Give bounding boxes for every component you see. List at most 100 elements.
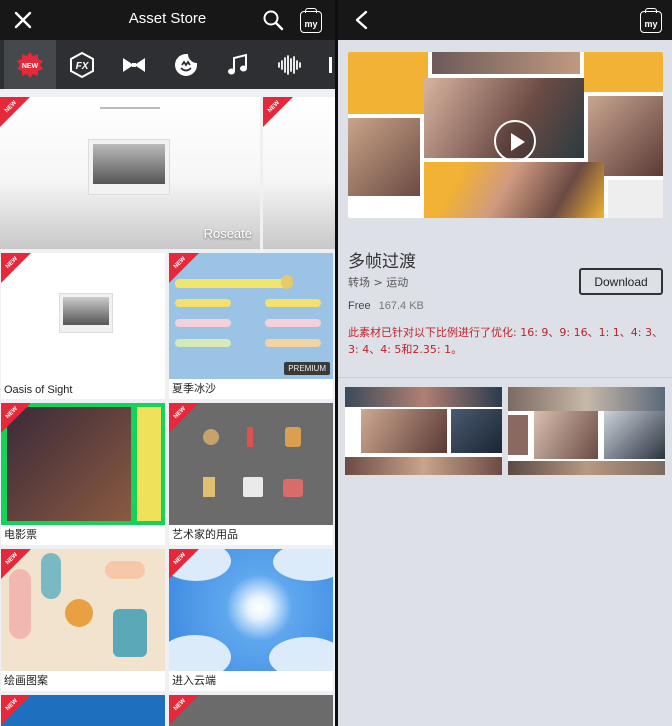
preview-frame — [424, 162, 604, 218]
asset-detail-screen: my 多帧过渡 转场 > 运动 Download Free 167.4 KB 此素… — [338, 0, 672, 726]
asset-card[interactable]: NEW 绘画图案 — [1, 549, 165, 691]
file-size: 167.4 KB — [378, 300, 424, 312]
svg-text:NEW: NEW — [22, 63, 39, 70]
preview-frame — [604, 411, 665, 459]
preview-frame — [345, 457, 502, 475]
preview-video[interactable] — [348, 52, 663, 218]
asset-card[interactable]: NEW Oasis of Sight — [1, 253, 165, 399]
pattern-shape — [113, 609, 147, 657]
category-more[interactable] — [316, 40, 335, 89]
asset-name: 艺术家的用品 — [172, 529, 238, 541]
asset-card[interactable]: NEW 进入云端 — [169, 549, 333, 691]
back-arrow-icon[interactable] — [352, 10, 372, 30]
new-ribbon: NEW — [263, 97, 293, 127]
new-ribbon: NEW — [0, 97, 30, 127]
preview-thumbnail[interactable] — [345, 387, 502, 475]
preview-frame — [534, 411, 598, 459]
preview-frame — [608, 180, 663, 218]
asset-card[interactable]: NEW — [1, 695, 165, 726]
asset-description: 此素材已针对以下比例进行了优化: 16: 9、9: 16、1: 1、4: 3、3… — [348, 326, 663, 356]
top-bar: my — [338, 0, 672, 40]
category-bar: NEW FX — [0, 40, 335, 89]
waveform-icon — [278, 54, 301, 75]
asset-name: 电影票 — [4, 529, 37, 541]
deco-bar — [265, 339, 321, 347]
asset-name: 夏季冰沙 — [172, 383, 216, 395]
cloud-shape — [273, 549, 333, 581]
new-ribbon: NEW — [1, 403, 31, 433]
new-ribbon: NEW — [169, 253, 199, 283]
asset-card[interactable]: NEW 艺术家的用品 — [169, 403, 333, 545]
ticket-stub — [137, 407, 161, 521]
featured-banner-next[interactable]: NEW — [263, 97, 335, 249]
preview-frame — [345, 387, 502, 407]
category-fx[interactable]: FX — [56, 40, 108, 89]
asset-card[interactable]: NEW 电影票 — [1, 403, 165, 545]
deco-bar — [265, 299, 321, 307]
new-badge-icon: NEW — [17, 51, 43, 78]
bowtie-icon — [123, 57, 145, 72]
category-new[interactable]: NEW — [4, 40, 56, 89]
asset-category-breadcrumb[interactable]: 转场 > 运动 — [348, 274, 408, 290]
featured-banner[interactable]: NEW Roseate — [0, 97, 260, 249]
preview-frame — [508, 387, 665, 411]
category-music[interactable] — [212, 40, 264, 89]
tube-icon — [203, 477, 215, 497]
deco-bar — [265, 319, 321, 327]
new-ribbon: NEW — [169, 549, 199, 579]
play-button[interactable] — [494, 120, 536, 162]
album-frame — [59, 293, 113, 333]
price-label: Free — [348, 300, 371, 312]
price-info: Free 167.4 KB — [348, 300, 424, 312]
asset-card[interactable]: NEW — [169, 695, 333, 726]
svg-text:FX: FX — [76, 61, 90, 72]
paint-jar-icon — [285, 427, 301, 447]
deco-bar — [175, 299, 231, 307]
asset-store-screen: Asset Store my NEW FX NEW Roseate NEW NE… — [0, 0, 335, 726]
brush-icon — [247, 427, 253, 447]
page-title: Asset Store — [128, 10, 207, 27]
preview-frame — [348, 52, 428, 114]
my-assets-button[interactable]: my — [300, 8, 322, 33]
more-category-edge — [329, 56, 332, 73]
pattern-shape — [65, 599, 93, 627]
search-icon[interactable] — [262, 9, 284, 31]
photo-road — [93, 144, 165, 184]
deco-bar — [175, 339, 231, 347]
fx-icon: FX — [70, 51, 94, 78]
preview-frame — [584, 52, 663, 92]
asset-title: 多帧过渡 — [348, 252, 416, 272]
pattern-shape — [105, 561, 145, 579]
album-frame — [88, 139, 170, 195]
my-assets-button[interactable]: my — [640, 8, 662, 33]
top-bar: Asset Store my — [0, 0, 335, 40]
preview-frame — [432, 52, 580, 74]
asset-card[interactable]: NEW PREMIUM 夏季冰沙 — [169, 253, 333, 399]
asset-name: 绘画图案 — [4, 675, 48, 687]
new-ribbon: NEW — [1, 549, 31, 579]
album-caption-line — [100, 107, 160, 109]
preview-frame — [361, 409, 447, 453]
paint-box-icon — [243, 477, 263, 497]
music-note-icon — [228, 53, 247, 74]
download-button[interactable]: Download — [579, 268, 663, 295]
cloud-shape — [269, 637, 333, 671]
cloud-shape — [169, 635, 231, 671]
premium-badge: PREMIUM — [284, 362, 330, 375]
photo-road — [63, 297, 109, 325]
divider — [338, 377, 672, 378]
category-sound-effects[interactable] — [264, 40, 316, 89]
preview-frame — [451, 409, 502, 453]
sticker-icon — [175, 53, 197, 76]
deco-bar — [175, 319, 231, 327]
new-ribbon: NEW — [1, 253, 31, 283]
preview-frame — [348, 118, 420, 196]
category-sticker[interactable] — [160, 40, 212, 89]
pattern-shape — [9, 569, 31, 639]
category-overlay[interactable] — [108, 40, 160, 89]
preview-thumbnail[interactable] — [508, 387, 665, 475]
pattern-shape — [41, 553, 61, 599]
preview-frame — [508, 415, 528, 455]
new-ribbon: NEW — [1, 695, 31, 725]
featured-label: Roseate — [203, 226, 252, 241]
